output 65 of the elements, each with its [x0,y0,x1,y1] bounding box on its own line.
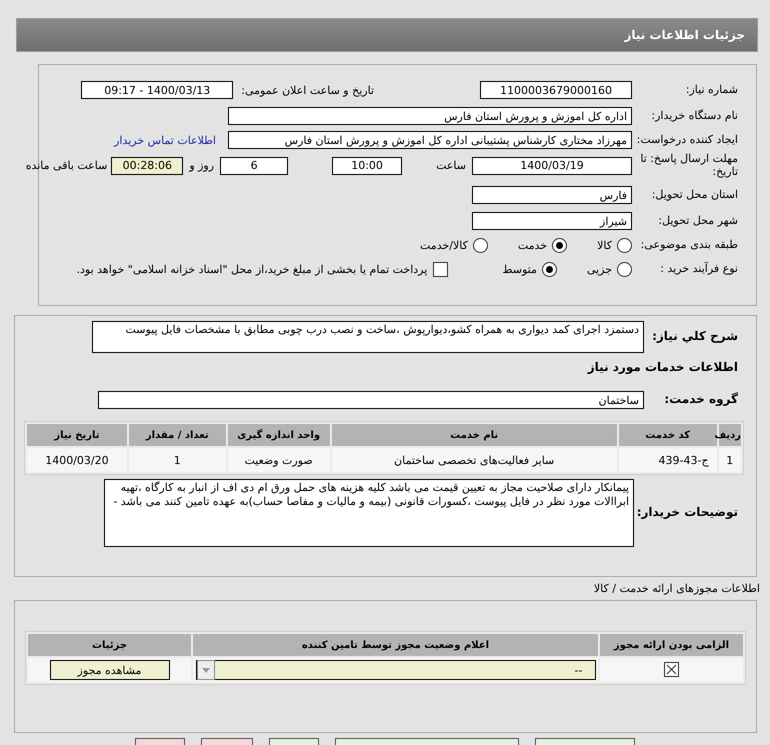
field-label: ساعت باقی مانده [26,159,108,172]
checkbox[interactable] [433,262,448,277]
service-group-field: ساختمان [98,391,644,409]
field-label: نوع فرآیند خرید : [659,262,739,276]
radio-button[interactable] [542,262,557,277]
radio-button[interactable] [552,238,568,253]
announce-date-field: 1400/03/13 - 09:17 [81,81,234,99]
description-field: دستمزد اجرای کمد دیواری به همراه کشو،دیوارپوش ،ساخت و نصب درب چوبی مطابق با مشخصات فایل پیوست [92,321,644,353]
column-header: واحد اندازه گیری [228,424,330,446]
contact-link[interactable]: اطلاعات تماس خریدار [114,134,216,146]
column-header: الزامی بودن ارائه مجوز [600,634,743,656]
days-field: 6 [220,156,288,175]
field-label: شهر محل تحویل: [657,214,739,228]
action-button[interactable] [335,738,519,745]
remaining-time-field: 00:28:06 [111,156,184,175]
table-cell: سایر فعالیت‌های تخصصی ساختمان [332,448,617,472]
city-field: شیراز [472,212,632,230]
table-cell: 1 [128,448,226,472]
field-label: ساعت [436,159,466,172]
section-heading: اطلاعات مجوزهای ارائه خدمت / کالا [592,582,760,596]
page-title: جزئیات اطلاعات نیاز [624,28,745,42]
field-label: استان محل تحویل: [650,188,739,202]
radio-button[interactable] [617,238,632,253]
field-label: مهلت ارسال پاسخ: تا تاریخ: [639,153,739,178]
column-header: تعداد / مقدار [128,424,226,446]
status-select[interactable]: -- [196,660,596,680]
buyer-org-field: اداره کل اموزش و پرورش استان فارس [228,107,632,125]
radio-label: کالا [597,238,612,252]
deadline-date-field: 1400/03/19 [472,156,632,175]
section-heading: اطلاعات خدمات مورد نیاز [586,361,739,375]
radio-label: متوسط [502,262,537,276]
radio-button[interactable] [472,238,488,253]
checkbox[interactable] [664,662,679,677]
action-button[interactable] [201,738,253,745]
action-button[interactable] [135,738,185,745]
radio-label: جزیی [586,262,612,276]
checkbox-label: پرداخت تمام یا بخشی از مبلغ خرید،از محل "اسناد خزانه اسلامی" خواهد بود. [76,262,428,276]
field-label: طبقه بندی موضوعی: [640,238,739,252]
field-label: گروه خدمت: [663,393,739,407]
table-cell: ج-43-439 [618,448,717,472]
field-label: تاریخ و ساعت اعلان عمومی: [241,84,374,96]
field-label: شماره نیاز: [684,84,739,96]
table-cell: 1 [718,448,741,472]
requester-field: مهرزاد مختاری کارشناس پشتیبانی اداره کل اموزش و پرورش استان فارس [228,131,632,149]
column-header: اعلام وضعیت مجوز توسط تامین کننده [193,634,598,656]
field-label: نام دستگاه خریدار: [650,110,739,122]
column-header: تاریخ نیاز [27,424,127,446]
field-label: روز و [189,159,214,172]
table-cell: صورت وضعیت [228,448,330,472]
column-header: نام خدمت [332,424,617,446]
deadline-time-field: 10:00 [332,156,402,175]
radio-label: کالا/خدمت [420,238,468,252]
radio-button[interactable] [617,262,632,277]
action-button[interactable] [535,738,635,745]
column-header: جزئیات [28,634,191,656]
radio-label: خدمت [518,238,548,252]
field-label: توضیحات خریدار: [636,506,739,520]
action-button[interactable] [269,738,319,745]
province-field: فارس [472,186,632,204]
need-number-field: 1100003679000160 [480,81,632,99]
field-label: ایجاد کننده درخواست: [636,134,739,146]
table-cell: 1400/03/20 [27,448,127,472]
view-permit-button[interactable]: مشاهده مجوز [50,660,170,680]
field-label: شرح کلي نياز: [651,330,739,344]
buyer-notes-field: پیمانکار دارای صلاحیت مجاز به تعیین قیمت می باشد کلیه هزینه های حمل ورق ام دی اف از انبار به کارگاه ،تهیه ابراالات مورد نظر در فایل پیوست ،کسورات قانونی (بیمه و مالیات و مفاصا حساب)به عهده تامین کنند می باشد - [104,479,634,547]
